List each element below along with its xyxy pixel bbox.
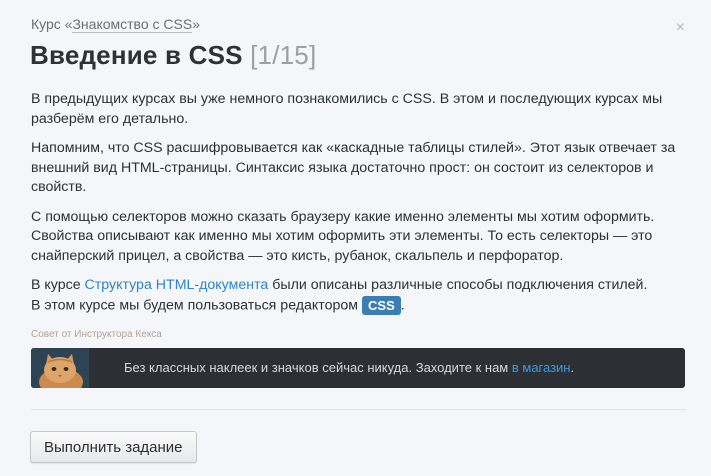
paragraph-4-before: В курсе xyxy=(31,277,85,293)
tip-text-before: Без классных наклеек и значков сейчас ни… xyxy=(124,360,512,375)
cat-avatar-icon xyxy=(31,348,89,388)
divider xyxy=(31,409,685,410)
lesson-title: Введение в CSS xyxy=(30,40,243,70)
course-prefix: Курс « xyxy=(31,16,73,32)
paragraph-3: С помощью селекторов можно сказать брауз… xyxy=(31,208,655,264)
lesson-content: В предыдущих курсах вы уже немного позна… xyxy=(31,90,681,325)
tip-caption: Совет от Инструктора Кекса xyxy=(31,329,162,340)
page-title: Введение в CSS [1/15] xyxy=(30,40,316,71)
tip-text: Без классных наклеек и значков сейчас ни… xyxy=(124,360,574,375)
shop-link[interactable]: в магазин xyxy=(512,360,571,375)
paragraph-4-after: были описаны различные способы подключен… xyxy=(268,277,648,293)
complete-task-button[interactable]: Выполнить задание xyxy=(30,431,197,463)
close-icon[interactable]: × xyxy=(676,20,685,36)
paragraph-4: В курсе Структура HTML-документа были оп… xyxy=(31,276,681,296)
course-breadcrumb: Курс «Знакомство с CSS» xyxy=(31,16,200,33)
tip-text-after: . xyxy=(570,360,575,375)
lesson-panel: × Курс «Знакомство с CSS» Введение в CSS… xyxy=(0,0,711,476)
paragraph-2: Напомним, что CSS расшифровывается как «… xyxy=(31,140,676,195)
paragraph-5-before: В этом курсе мы будем пользоваться редак… xyxy=(31,296,363,313)
lesson-counter: [1/15] xyxy=(250,40,317,70)
paragraph-5-after: . xyxy=(400,296,405,313)
cat-illustration xyxy=(31,348,89,388)
course-suffix: » xyxy=(192,16,200,32)
css-editor-badge: CSS xyxy=(362,295,401,315)
html-structure-course-link[interactable]: Структура HTML-документа xyxy=(85,277,269,293)
paragraph-5: В этом курсе мы будем пользоваться редак… xyxy=(31,295,681,316)
course-link[interactable]: Знакомство с CSS xyxy=(72,16,193,33)
tip-banner: Без классных наклеек и значков сейчас ни… xyxy=(31,348,685,388)
paragraph-1: В предыдущих курсах вы уже немного позна… xyxy=(31,91,663,127)
